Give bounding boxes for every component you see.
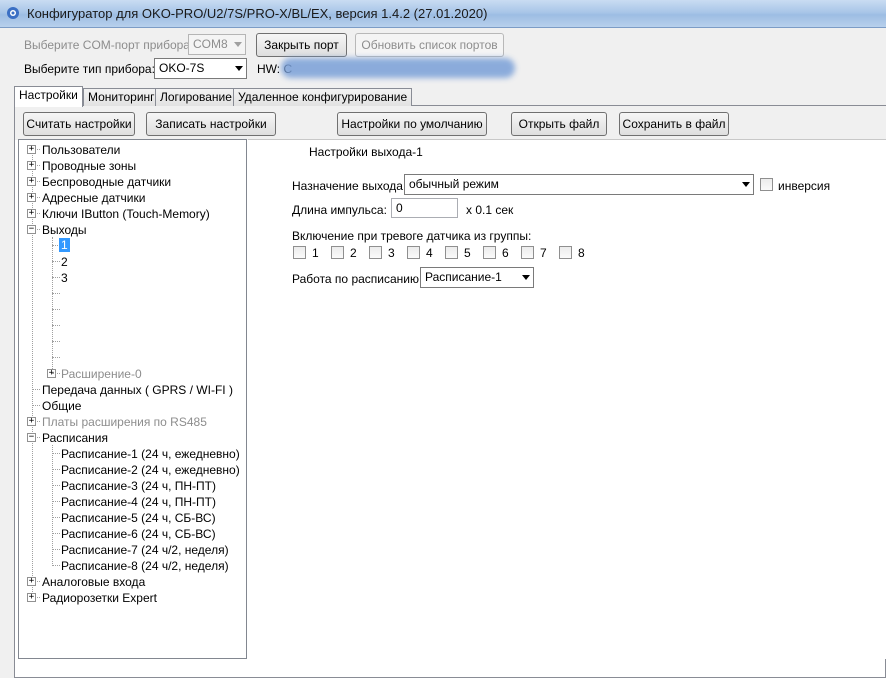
tab-logging[interactable]: Логирование bbox=[155, 88, 237, 106]
collapse-icon[interactable]: − bbox=[27, 225, 36, 234]
group-7-checkbox[interactable] bbox=[521, 246, 534, 259]
tree-item-analog-inputs[interactable]: Аналоговые входа bbox=[42, 575, 145, 589]
tab-monitoring[interactable]: Мониторинг bbox=[83, 88, 160, 106]
expand-icon[interactable]: + bbox=[27, 145, 36, 154]
tree-item-output-3[interactable]: 3 bbox=[61, 271, 68, 285]
tree-item-ibutton-keys[interactable]: Ключи IButton (Touch-Memory) bbox=[42, 207, 210, 221]
tree-item-general[interactable]: Общие bbox=[42, 399, 81, 413]
chevron-down-icon bbox=[522, 275, 530, 280]
tree-item-output-empty[interactable] bbox=[52, 325, 60, 326]
chevron-down-icon bbox=[234, 42, 242, 47]
tree-item-output-empty[interactable] bbox=[52, 293, 60, 294]
tree-item-wired-zones[interactable]: Проводные зоны bbox=[42, 159, 136, 173]
expand-icon[interactable]: + bbox=[27, 593, 36, 602]
tree-item-output-empty[interactable] bbox=[52, 309, 60, 310]
tab-remote-config[interactable]: Удаленное конфигурирование bbox=[233, 88, 413, 106]
tree-item-schedule-4[interactable]: Расписание-4 (24 ч, ПН-ПТ) bbox=[61, 495, 216, 509]
com-port-value: COM8 bbox=[193, 37, 228, 51]
schedule-select[interactable]: Расписание-1 bbox=[420, 267, 534, 288]
inversion-label: инверсия bbox=[778, 179, 831, 193]
group-4-checkbox[interactable] bbox=[407, 246, 420, 259]
group-8-checkbox[interactable] bbox=[559, 246, 572, 259]
device-type-value: OKO-7S bbox=[159, 61, 205, 75]
tree-item-schedule-3[interactable]: Расписание-3 (24 ч, ПН-ПТ) bbox=[61, 479, 216, 493]
group-5-checkbox[interactable] bbox=[445, 246, 458, 259]
com-port-select[interactable]: COM8 bbox=[188, 34, 246, 55]
purpose-select[interactable]: обычный режим bbox=[404, 174, 754, 195]
expand-icon[interactable]: + bbox=[27, 161, 36, 170]
pulse-length-label: Длина импульса: bbox=[292, 203, 387, 217]
purpose-label: Назначение выхода: bbox=[292, 179, 407, 193]
tree-item-schedule-8[interactable]: Расписание-8 (24 ч/2, неделя) bbox=[61, 559, 229, 573]
group-6-label: 6 bbox=[502, 246, 509, 260]
chevron-down-icon bbox=[742, 182, 750, 187]
com-port-label: Выберите COM-порт прибора: bbox=[24, 38, 194, 52]
expand-icon[interactable]: + bbox=[27, 177, 36, 186]
group-2-label: 2 bbox=[350, 246, 357, 260]
pulse-length-input[interactable]: 0 bbox=[391, 198, 458, 218]
group-3-label: 3 bbox=[388, 246, 395, 260]
tree-item-radio-sockets[interactable]: Радиорозетки Expert bbox=[42, 591, 157, 605]
window-title: Конфигуратор для OKO-PRO/U2/7S/PRO-X/BL/… bbox=[27, 6, 488, 21]
inversion-checkbox[interactable] bbox=[760, 178, 773, 191]
expand-icon[interactable]: + bbox=[27, 193, 36, 202]
tree-item-output-empty[interactable] bbox=[52, 341, 60, 342]
tree-item-output-empty[interactable] bbox=[52, 357, 60, 358]
close-port-button[interactable]: Закрыть порт bbox=[256, 33, 347, 57]
expand-icon[interactable]: + bbox=[27, 577, 36, 586]
group-3-checkbox[interactable] bbox=[369, 246, 382, 259]
tree-item-schedules[interactable]: Расписания bbox=[42, 431, 108, 445]
group-1-label: 1 bbox=[312, 246, 319, 260]
read-settings-button[interactable]: Считать настройки bbox=[23, 112, 135, 136]
tab-settings[interactable]: Настройки bbox=[14, 86, 83, 107]
output-settings-heading: Настройки выхода-1 bbox=[309, 145, 423, 159]
purpose-value: обычный режим bbox=[409, 177, 499, 191]
tree-item-outputs[interactable]: Выходы bbox=[42, 223, 87, 237]
output-settings-panel: Настройки выхода-1 Назначение выхода: об… bbox=[248, 139, 886, 659]
tree-item-schedule-2[interactable]: Расписание-2 (24 ч, ежедневно) bbox=[61, 463, 240, 477]
pulse-unit-label: x 0.1 сек bbox=[466, 203, 514, 217]
group-8-label: 8 bbox=[578, 246, 585, 260]
tree-item-schedule-1[interactable]: Расписание-1 (24 ч, ежедневно) bbox=[61, 447, 240, 461]
group-1-checkbox[interactable] bbox=[293, 246, 306, 259]
hw-redacted-value bbox=[281, 58, 515, 78]
chevron-down-icon bbox=[235, 66, 243, 71]
group-6-checkbox[interactable] bbox=[483, 246, 496, 259]
tree-item-output-1[interactable]: 1 bbox=[59, 238, 70, 252]
group-5-label: 5 bbox=[464, 246, 471, 260]
group-2-checkbox[interactable] bbox=[331, 246, 344, 259]
title-bar: Конфигуратор для OKO-PRO/U2/7S/PRO-X/BL/… bbox=[0, 0, 886, 28]
schedule-value: Расписание-1 bbox=[425, 270, 502, 284]
write-settings-button[interactable]: Записать настройки bbox=[146, 112, 276, 136]
alarm-groups-label: Включение при тревоге датчика из группы: bbox=[292, 229, 532, 243]
open-file-button[interactable]: Открыть файл bbox=[511, 112, 607, 136]
tree-item-address-sensors[interactable]: Адресные датчики bbox=[42, 191, 145, 205]
collapse-icon[interactable]: − bbox=[27, 433, 36, 442]
tree-item-users[interactable]: Пользователи bbox=[42, 143, 120, 157]
device-type-select[interactable]: OKO-7S bbox=[154, 58, 247, 79]
refresh-ports-button[interactable]: Обновить список портов bbox=[355, 33, 504, 57]
default-settings-button[interactable]: Настройки по умолчанию bbox=[337, 112, 487, 136]
schedule-label: Работа по расписанию: bbox=[292, 272, 423, 286]
device-type-label: Выберите тип прибора: bbox=[24, 62, 155, 76]
tree-item-rs485-boards[interactable]: Платы расширения по RS485 bbox=[42, 415, 207, 429]
tree-item-wireless-sensors[interactable]: Беспроводные датчики bbox=[42, 175, 171, 189]
group-7-label: 7 bbox=[540, 246, 547, 260]
tree-item-extension[interactable]: Расширение-0 bbox=[61, 367, 142, 381]
save-file-button[interactable]: Сохранить в файл bbox=[619, 112, 729, 136]
expand-icon[interactable]: + bbox=[27, 417, 36, 426]
tree-item-data-transfer[interactable]: Передача данных ( GPRS / WI-FI ) bbox=[42, 383, 233, 397]
gear-app-icon bbox=[7, 7, 19, 19]
tree-item-schedule-6[interactable]: Расписание-6 (24 ч, СБ-ВС) bbox=[61, 527, 216, 541]
pulse-length-value: 0 bbox=[396, 201, 403, 215]
expand-icon[interactable]: + bbox=[27, 209, 36, 218]
tree-item-output-2[interactable]: 2 bbox=[61, 255, 68, 269]
group-4-label: 4 bbox=[426, 246, 433, 260]
tree-item-schedule-7[interactable]: Расписание-7 (24 ч/2, неделя) bbox=[61, 543, 229, 557]
tree-item-schedule-5[interactable]: Расписание-5 (24 ч, СБ-ВС) bbox=[61, 511, 216, 525]
settings-tree[interactable]: + Пользователи + Проводные зоны + Беспро… bbox=[18, 139, 247, 659]
